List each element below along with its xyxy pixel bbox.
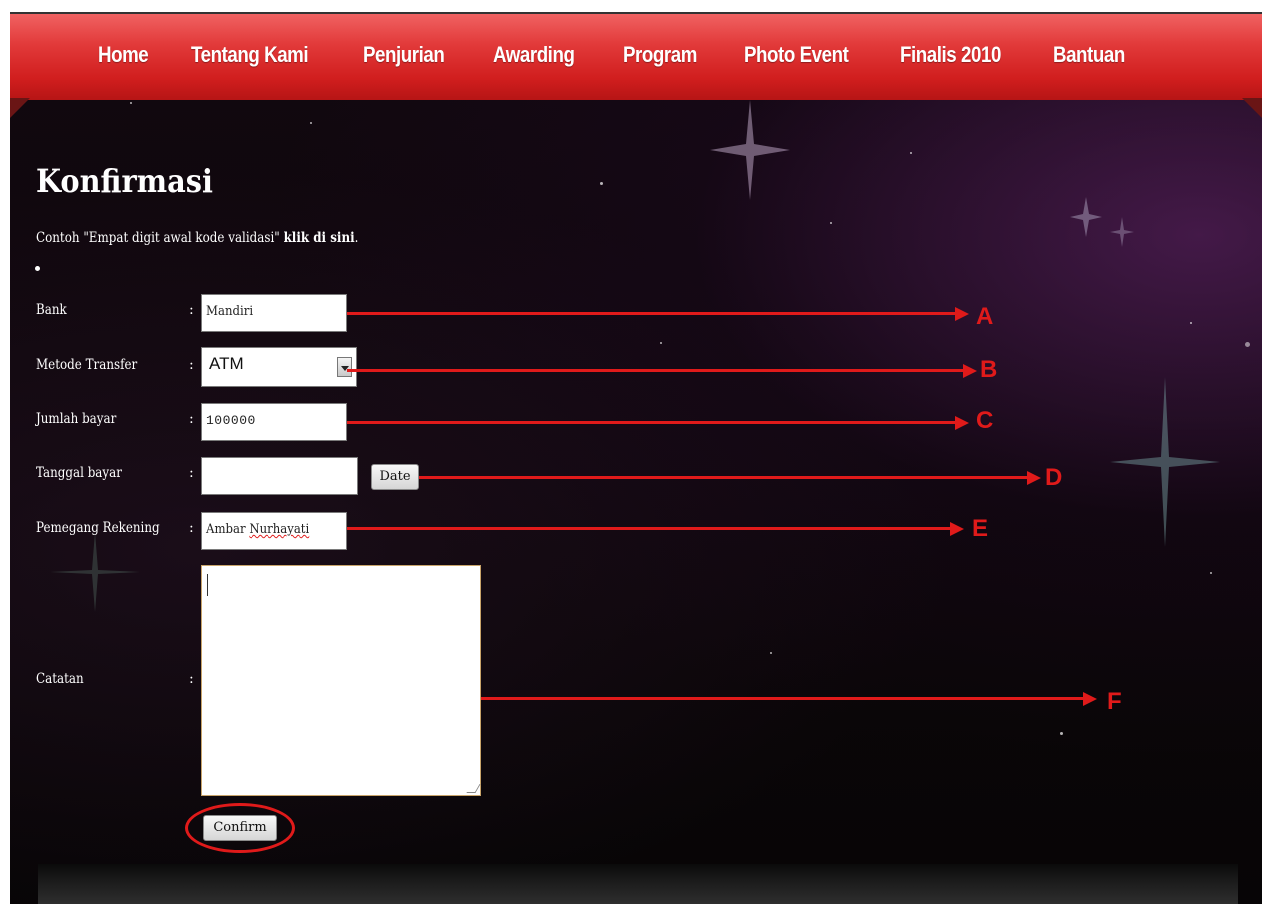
date-picker-button[interactable]: Date <box>371 464 419 490</box>
nav-penjurian[interactable]: Penjurian <box>363 42 445 68</box>
nav-program[interactable]: Program <box>623 42 697 68</box>
sparkle-star <box>1110 377 1220 547</box>
sparkle-star <box>1110 217 1134 247</box>
text-cursor <box>207 574 208 596</box>
transfer-method-select[interactable]: ATM <box>201 347 357 387</box>
bank-value: Mandiri <box>206 304 254 319</box>
star <box>1245 342 1250 347</box>
star <box>770 652 772 654</box>
amount-value: 100000 <box>206 413 256 428</box>
validation-hint-period: . <box>354 230 359 246</box>
notes-label: Catatan <box>36 671 84 687</box>
annotation-arrow-d-line <box>419 476 1031 479</box>
sparkle-star <box>1070 197 1102 237</box>
star <box>310 122 312 124</box>
annotation-label-b: B <box>980 356 998 383</box>
annotation-arrow-b-head <box>963 364 977 378</box>
starfield-background <box>10 12 1262 904</box>
star <box>910 152 912 154</box>
sparkle-star <box>710 100 790 200</box>
window-top-edge <box>0 0 1262 12</box>
star <box>1210 572 1212 574</box>
validation-hint: Contoh "Empat digit awal kode validasi" … <box>36 230 358 246</box>
annotation-label-c: C <box>976 407 994 434</box>
nav-home[interactable]: Home <box>98 42 149 68</box>
star <box>660 342 662 344</box>
nav-bantuan[interactable]: Bantuan <box>1053 42 1125 68</box>
page-title: Konfirmasi <box>36 162 213 200</box>
chevron-down-icon[interactable] <box>337 357 352 377</box>
annotation-arrow-a-line <box>347 312 959 315</box>
account-holder-first-name: Ambar <box>206 522 246 537</box>
bank-label: Bank <box>36 302 67 318</box>
validation-hint-link[interactable]: klik di sini <box>284 230 355 246</box>
account-holder-label: Pemegang Rekening <box>36 520 160 536</box>
payment-date-label: Tanggal bayar <box>36 465 122 481</box>
annotation-label-e: E <box>972 515 989 542</box>
nav-ribbon-fold-right <box>1242 98 1262 118</box>
notes-textarea[interactable] <box>201 565 481 796</box>
payment-date-field[interactable] <box>201 457 358 495</box>
nav-ribbon-fold-left <box>10 98 30 118</box>
annotation-arrow-c-line <box>347 421 959 424</box>
transfer-method-value: ATM <box>209 354 244 373</box>
star <box>130 102 132 104</box>
annotation-arrow-f-line <box>481 697 1087 700</box>
nav-photo-event[interactable]: Photo Event <box>744 42 849 68</box>
annotation-arrow-e-head <box>950 522 964 536</box>
bullet-dot <box>35 266 40 271</box>
payment-date-colon: : <box>189 465 194 481</box>
transfer-method-colon: : <box>189 357 194 373</box>
annotation-arrow-e-line <box>347 527 954 530</box>
window-left-edge <box>0 0 10 904</box>
account-holder-value: Ambar Nurhayati <box>206 517 309 543</box>
annotation-arrow-a-head <box>955 307 969 321</box>
resize-handle[interactable] <box>466 784 481 793</box>
annotation-label-d: D <box>1045 464 1063 491</box>
main-navigation: Home Tentang Kami Penjurian Awarding Pro… <box>10 12 1262 100</box>
account-holder-colon: : <box>189 520 194 536</box>
star <box>1060 732 1063 735</box>
annotation-label-a: A <box>976 303 994 330</box>
validation-hint-text: Contoh "Empat digit awal kode validasi" <box>36 230 280 246</box>
account-holder-last-name: Nurhayati <box>249 522 310 537</box>
account-holder-field[interactable]: Ambar Nurhayati <box>201 512 347 550</box>
bank-colon: : <box>189 302 194 318</box>
annotation-highlight-ring <box>185 803 295 853</box>
transfer-method-label: Metode Transfer <box>36 357 138 373</box>
nav-finalis-2010[interactable]: Finalis 2010 <box>900 42 1001 68</box>
amount-field[interactable]: 100000 <box>201 403 347 441</box>
amount-label: Jumlah bayar <box>36 411 117 427</box>
star <box>830 222 832 224</box>
sparkle-star <box>50 532 140 612</box>
annotation-arrow-b-line <box>347 369 967 372</box>
star <box>1190 322 1192 324</box>
notes-colon: : <box>189 671 194 687</box>
annotation-arrow-f-head <box>1083 692 1097 706</box>
footer-bar <box>38 864 1238 904</box>
amount-colon: : <box>189 411 194 427</box>
bank-field[interactable]: Mandiri <box>201 294 347 332</box>
annotation-arrow-c-head <box>955 416 969 430</box>
annotation-label-f: F <box>1107 688 1122 715</box>
nav-awarding[interactable]: Awarding <box>493 42 575 68</box>
star <box>600 182 603 185</box>
nav-tentang-kami[interactable]: Tentang Kami <box>191 42 309 68</box>
annotation-arrow-d-head <box>1027 471 1041 485</box>
